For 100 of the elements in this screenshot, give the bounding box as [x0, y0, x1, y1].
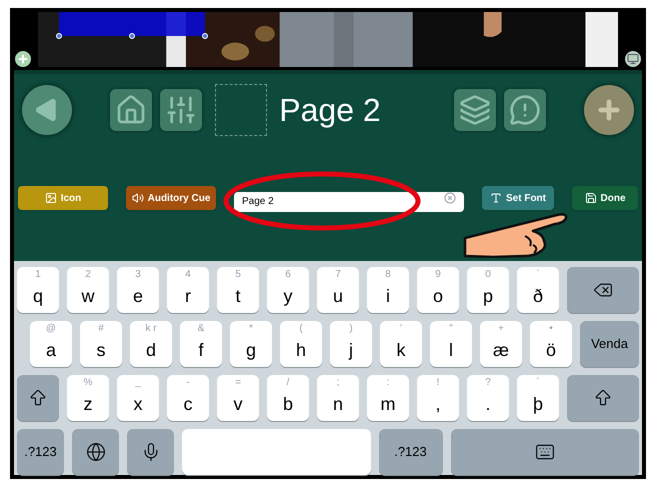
- key-letter: f: [198, 341, 204, 359]
- keyboard-key[interactable]: * g: [230, 321, 272, 367]
- key-letter: c: [184, 395, 192, 413]
- keyboard-key[interactable]: ′ k: [380, 321, 422, 367]
- keyboard-key[interactable]: 0 p: [467, 267, 509, 313]
- key-letter: t: [235, 287, 240, 305]
- key-letter: p: [482, 287, 493, 305]
- key-hint: ?: [485, 378, 491, 388]
- keyboard-key[interactable]: ` ð: [517, 267, 559, 313]
- key-letter: i: [386, 287, 390, 305]
- speaker-icon: [132, 192, 144, 204]
- keyboard-key[interactable]: 9 o: [417, 267, 459, 313]
- keyboard-key[interactable]: ( h: [280, 321, 322, 367]
- backspace-key[interactable]: [567, 267, 639, 313]
- keyboard-key[interactable]: @ a: [30, 321, 72, 367]
- key-hint: ″: [449, 324, 453, 334]
- return-key[interactable]: Venda: [580, 321, 639, 367]
- shift-icon: [593, 388, 613, 408]
- key-hint: 9: [435, 270, 441, 280]
- keyboard-key[interactable]: 5 t: [217, 267, 259, 313]
- back-button[interactable]: [22, 85, 72, 136]
- key-hint: ;: [336, 378, 340, 388]
- key-letter: z: [84, 395, 92, 413]
- keyboard-key[interactable]: 6 y: [267, 267, 309, 313]
- key-hint: _: [135, 378, 141, 388]
- keyboard-key[interactable]: 3 e: [117, 267, 159, 313]
- keyboard-key[interactable]: : m: [367, 375, 409, 421]
- key-letter: e: [132, 287, 143, 305]
- key-hint: 7: [335, 270, 341, 280]
- numbers-key[interactable]: .?123: [378, 429, 442, 475]
- keyboard-key[interactable]: # s: [80, 321, 122, 367]
- page-name-field[interactable]: Page 2: [234, 192, 464, 212]
- key-hint: :: [386, 378, 390, 388]
- keyboard-key[interactable]: / b: [267, 375, 309, 421]
- key-letter: s: [96, 341, 106, 359]
- key-hint: !: [436, 378, 440, 388]
- globe-key[interactable]: [72, 429, 119, 475]
- keyboard-key[interactable]: k r d: [130, 321, 172, 367]
- keyboard-key[interactable]: & f: [180, 321, 222, 367]
- key-letter: l: [449, 341, 453, 359]
- key-hint: 5: [235, 270, 241, 280]
- microphone-key[interactable]: [127, 429, 174, 475]
- image-icon: [44, 192, 57, 204]
- add-button[interactable]: [15, 51, 31, 68]
- keyboard-key[interactable]: ! ,: [417, 375, 459, 421]
- auditory-cue-button[interactable]: Auditory Cue: [126, 186, 216, 210]
- key-letter: ,: [435, 395, 440, 413]
- key-hint: 1: [35, 270, 41, 280]
- key-hint: /: [286, 378, 290, 388]
- keyboard-key[interactable]: 4 r: [167, 267, 209, 313]
- key-letter: a: [46, 341, 56, 359]
- key-hint: 8: [385, 270, 391, 280]
- stack-icon: [459, 94, 491, 126]
- keyboard-key[interactable]: = v: [217, 375, 259, 421]
- key-hint: &: [198, 324, 204, 334]
- key-letter: r: [185, 287, 191, 305]
- keyboard-key[interactable]: • ö: [530, 321, 572, 367]
- key-letter: ö: [546, 341, 556, 359]
- keyboard-key[interactable]: 2 w: [67, 267, 109, 313]
- key-hint: =: [235, 378, 241, 388]
- done-button[interactable]: Done: [572, 186, 638, 210]
- add-button[interactable]: [584, 85, 634, 136]
- keyboard-key[interactable]: 7 u: [317, 267, 359, 313]
- set-font-button[interactable]: Set Font: [482, 186, 554, 210]
- keyboard-key[interactable]: ´ þ: [517, 375, 559, 421]
- keyboard-key[interactable]: ? .: [467, 375, 509, 421]
- key-letter: n: [332, 395, 343, 413]
- keyboard-key[interactable]: ; n: [317, 375, 359, 421]
- screen-button[interactable]: [625, 51, 641, 68]
- key-letter: x: [134, 395, 142, 413]
- key-letter: o: [432, 287, 443, 305]
- numbers-key[interactable]: .?123: [17, 429, 64, 475]
- shift-key[interactable]: [17, 375, 59, 421]
- key-hint: %: [84, 378, 92, 388]
- sliders-button[interactable]: [160, 89, 202, 132]
- keyboard-key[interactable]: + æ: [480, 321, 522, 367]
- key-letter: m: [380, 395, 396, 413]
- keyboard-key[interactable]: ) j: [330, 321, 372, 367]
- key-hint: +: [498, 324, 504, 334]
- clear-icon[interactable]: [444, 192, 456, 204]
- keyboard-key[interactable]: 1 q: [17, 267, 59, 313]
- key-letter: þ: [532, 395, 543, 413]
- icon-placeholder[interactable]: [215, 84, 268, 136]
- keyboard-key[interactable]: - c: [167, 375, 209, 421]
- keyboard-key[interactable]: _ x: [117, 375, 159, 421]
- key-letter: v: [234, 395, 242, 413]
- page-title: Page 2: [279, 94, 381, 126]
- key-hint: ´: [536, 378, 540, 388]
- alert-button[interactable]: [504, 89, 546, 132]
- key-letter: ð: [532, 287, 543, 305]
- cards-button[interactable]: [454, 89, 496, 132]
- keyboard-key[interactable]: ″ l: [430, 321, 472, 367]
- shift-icon: [28, 388, 48, 408]
- keyboard-key[interactable]: 8 i: [367, 267, 409, 313]
- keyboard-key[interactable]: % z: [67, 375, 109, 421]
- key-letter: u: [332, 287, 343, 305]
- home-button[interactable]: [110, 89, 152, 132]
- key-hint: ): [349, 324, 353, 334]
- key-letter: k: [396, 341, 406, 359]
- monitor-icon: [627, 53, 639, 66]
